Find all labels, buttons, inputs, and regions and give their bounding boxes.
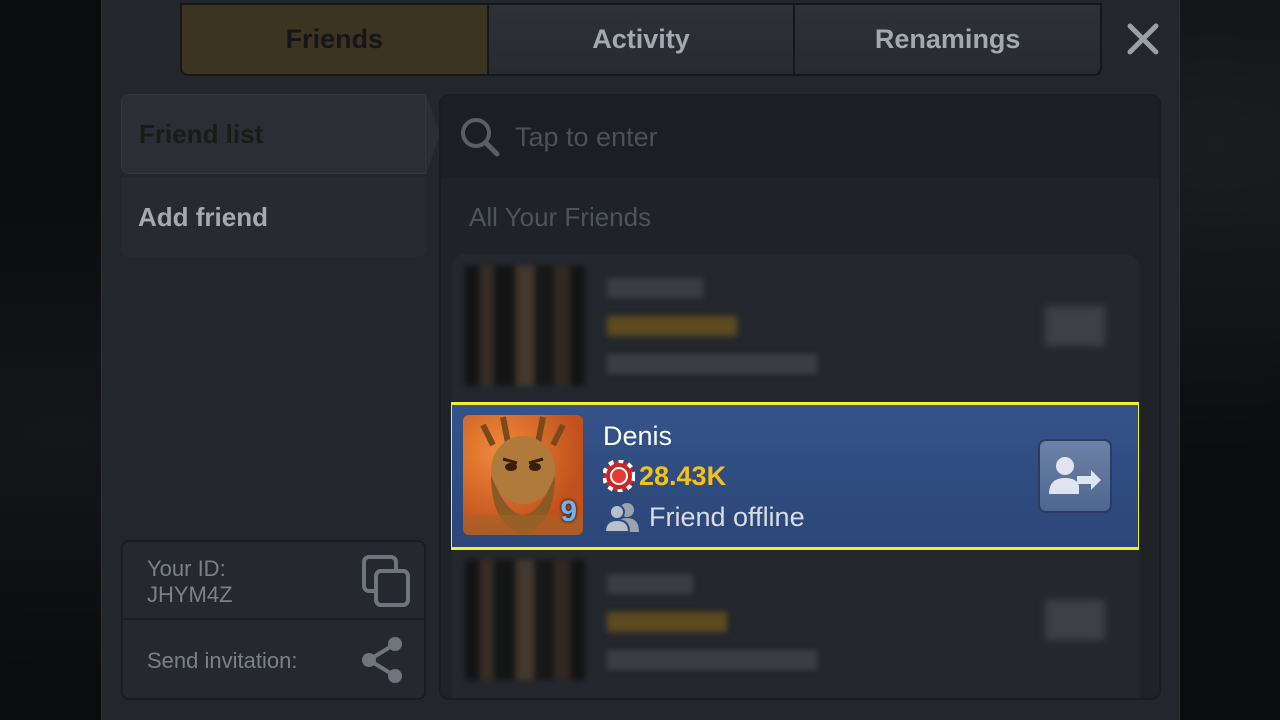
avatar: 9 bbox=[463, 415, 583, 535]
tab-friends[interactable]: Friends bbox=[182, 5, 489, 74]
blurred-status bbox=[607, 650, 817, 670]
user-offline-icon bbox=[603, 503, 639, 533]
copy-id-button[interactable] bbox=[361, 554, 413, 610]
your-id: Your ID: JHYM4Z bbox=[147, 556, 233, 608]
search-input[interactable]: Tap to enter bbox=[515, 122, 658, 153]
send-invitation-box: Send invitation: bbox=[121, 620, 426, 700]
your-id-value: JHYM4Z bbox=[147, 582, 233, 607]
tab-bar: Friends Activity Renamings bbox=[180, 3, 1102, 76]
your-id-label: Your ID: bbox=[147, 556, 226, 581]
blurred-chips bbox=[607, 316, 737, 336]
friend-row-selected[interactable]: 9 Denis 28.43K Friend offline bbox=[451, 402, 1139, 550]
level-badge: 9 bbox=[560, 495, 577, 528]
menu-add-friend[interactable]: Add friend bbox=[121, 177, 426, 257]
search-bar[interactable]: Tap to enter bbox=[441, 96, 1159, 178]
section-title: All Your Friends bbox=[469, 202, 652, 232]
menu-friend-list[interactable]: Friend list bbox=[121, 94, 426, 174]
blurred-action-button[interactable] bbox=[1045, 306, 1105, 346]
friend-status: Friend offline bbox=[649, 501, 805, 532]
blurred-name bbox=[607, 574, 693, 594]
friend-name: Denis bbox=[603, 421, 673, 451]
search-icon bbox=[461, 118, 500, 157]
share-icon bbox=[362, 637, 402, 683]
tab-renamings[interactable]: Renamings bbox=[795, 5, 1100, 74]
close-button[interactable] bbox=[1122, 18, 1164, 60]
friends-panel: Friends Activity Renamings Friend list A… bbox=[101, 0, 1180, 720]
chip-icon bbox=[603, 460, 635, 492]
friend-action-button[interactable] bbox=[1038, 439, 1112, 513]
share-button[interactable] bbox=[357, 634, 407, 686]
friends-content: Tap to enter All Your Friends 9 Denis 28… bbox=[439, 94, 1161, 700]
close-icon bbox=[1127, 23, 1159, 55]
tab-activity[interactable]: Activity bbox=[488, 5, 796, 74]
friends-list: 9 Denis 28.43K Friend offline bbox=[451, 254, 1139, 698]
blurred-chips bbox=[607, 612, 727, 632]
copy-icon bbox=[362, 555, 410, 607]
chips-row: 28.43K bbox=[603, 460, 726, 492]
list-item[interactable] bbox=[451, 554, 1139, 698]
list-item[interactable] bbox=[451, 254, 1139, 400]
user-transfer-icon bbox=[1049, 457, 1101, 494]
blurred-status bbox=[607, 354, 817, 374]
avatar bbox=[465, 266, 585, 386]
send-invitation-label: Send invitation: bbox=[147, 648, 298, 673]
menu-active-arrow bbox=[426, 94, 440, 174]
blurred-action-button[interactable] bbox=[1045, 600, 1105, 640]
avatar bbox=[465, 560, 585, 680]
your-id-box: Your ID: JHYM4Z bbox=[121, 540, 426, 620]
blurred-name bbox=[607, 278, 703, 298]
chips-amount: 28.43K bbox=[639, 460, 727, 491]
status-row: Friend offline bbox=[603, 500, 805, 534]
